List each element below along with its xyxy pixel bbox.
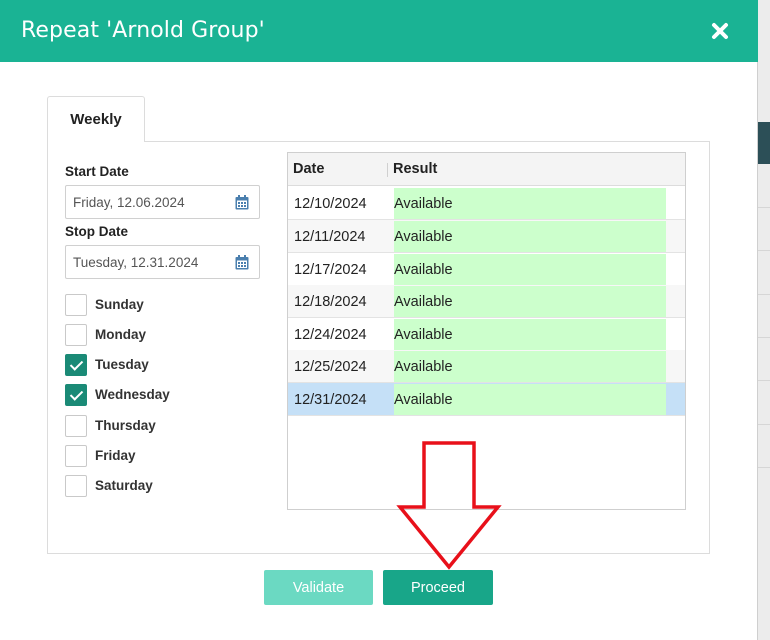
- table-row[interactable]: 12/10/2024 Available: [288, 187, 685, 220]
- background-divider: [758, 207, 770, 208]
- table-row-selected[interactable]: 12/31/2024 Available: [288, 383, 685, 416]
- background-divider: [758, 424, 770, 425]
- day-checkbox[interactable]: [65, 415, 87, 437]
- row-date: 12/18/2024: [294, 294, 367, 310]
- row-result-cell: Available: [394, 351, 666, 382]
- down-arrow-icon: [396, 441, 502, 570]
- background-divider: [758, 380, 770, 381]
- stop-date-field[interactable]: Tuesday, 12.31.2024: [65, 245, 260, 279]
- row-date: 12/24/2024: [294, 327, 367, 343]
- row-result-cell: Available: [394, 286, 666, 317]
- day-label: Thursday: [95, 418, 156, 433]
- day-checkbox[interactable]: [65, 384, 87, 406]
- start-date-value: Friday, 12.06.2024: [73, 195, 185, 210]
- day-label: Friday: [95, 448, 136, 463]
- day-label: Sunday: [95, 297, 144, 312]
- column-header-date[interactable]: Date: [293, 161, 324, 177]
- background-header-strip: [758, 122, 770, 164]
- background-divider: [758, 337, 770, 338]
- table-row[interactable]: 12/24/2024 Available: [288, 318, 685, 351]
- row-result-cell: Available: [394, 254, 666, 285]
- row-date: 12/31/2024: [294, 392, 367, 408]
- proceed-button-label: Proceed: [410, 579, 465, 596]
- table-row[interactable]: 12/17/2024 Available: [288, 253, 685, 286]
- column-header-result[interactable]: Result: [393, 161, 437, 177]
- background-page: [758, 0, 770, 640]
- day-label: Monday: [95, 327, 147, 342]
- day-checkbox[interactable]: [65, 445, 87, 467]
- validate-button-label: Validate: [292, 579, 345, 596]
- row-result: Available: [394, 392, 453, 408]
- day-checkbox[interactable]: [65, 324, 87, 346]
- column-divider[interactable]: [387, 163, 388, 177]
- background-divider: [758, 294, 770, 295]
- day-checkbox[interactable]: [65, 475, 87, 497]
- row-result: Available: [394, 327, 453, 343]
- day-label: Saturday: [95, 478, 153, 493]
- row-result: Available: [394, 196, 453, 212]
- day-label: Wednesday: [95, 387, 170, 402]
- row-result-cell: Available: [394, 221, 666, 252]
- table-row[interactable]: 12/25/2024 Available: [288, 350, 685, 383]
- day-checkbox[interactable]: [65, 354, 87, 376]
- row-result-cell: Available: [394, 188, 666, 219]
- start-date-label: Start Date: [65, 164, 129, 179]
- background-divider: [758, 467, 770, 468]
- day-label: Tuesday: [95, 357, 149, 372]
- tab-weekly-label: Weekly: [70, 111, 122, 128]
- row-date: 12/25/2024: [294, 359, 367, 375]
- row-result: Available: [394, 262, 453, 278]
- row-result: Available: [394, 359, 453, 375]
- dialog-header: Repeat 'Arnold Group': [0, 0, 758, 62]
- tab-weekly[interactable]: Weekly: [47, 96, 145, 142]
- repeat-dialog: Repeat 'Arnold Group' Weekly Start Date …: [0, 0, 758, 640]
- dialog-title: Repeat 'Arnold Group': [21, 18, 265, 43]
- validate-button[interactable]: Validate: [264, 570, 373, 605]
- row-result-cell: Available: [394, 384, 666, 415]
- stop-date-value: Tuesday, 12.31.2024: [73, 255, 199, 270]
- close-button[interactable]: [707, 18, 733, 44]
- row-date: 12/11/2024: [294, 229, 366, 245]
- row-result: Available: [394, 229, 453, 245]
- stop-date-label: Stop Date: [65, 224, 129, 239]
- row-result-cell: Available: [394, 319, 666, 350]
- column-divider[interactable]: [685, 163, 686, 177]
- day-checkbox[interactable]: [65, 294, 87, 316]
- proceed-button[interactable]: Proceed: [383, 570, 493, 605]
- row-date: 12/17/2024: [294, 262, 367, 278]
- row-date: 12/10/2024: [294, 196, 367, 212]
- table-row[interactable]: 12/11/2024 Available: [288, 220, 685, 253]
- close-icon: [712, 23, 728, 39]
- start-date-field[interactable]: Friday, 12.06.2024: [65, 185, 260, 219]
- grid-header: Date Result: [288, 153, 685, 186]
- calendar-icon[interactable]: [235, 195, 249, 210]
- row-result: Available: [394, 294, 453, 310]
- background-divider: [758, 250, 770, 251]
- calendar-icon[interactable]: [235, 255, 249, 270]
- table-row[interactable]: 12/18/2024 Available: [288, 285, 685, 318]
